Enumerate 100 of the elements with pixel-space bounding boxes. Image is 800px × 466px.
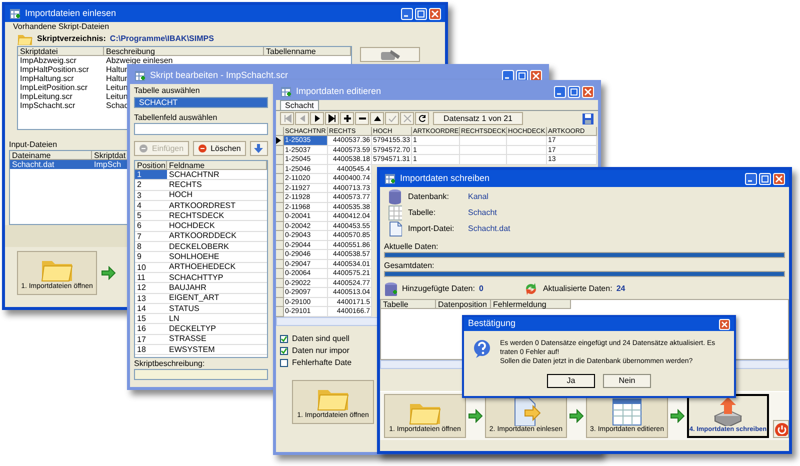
field-dropdown[interactable] xyxy=(134,123,268,135)
tool-button[interactable] xyxy=(360,47,420,62)
column-header: Skriptdatei xyxy=(18,47,104,56)
arrow-icon xyxy=(468,409,483,423)
previous-icon xyxy=(298,114,306,123)
plus-circle-icon xyxy=(139,144,148,153)
table-cell-text: STRASSE xyxy=(168,334,208,344)
minus-circle-icon xyxy=(198,144,207,153)
folder-icon xyxy=(17,32,33,44)
dialog-button[interactable]: Ja xyxy=(547,374,595,388)
description-field[interactable] xyxy=(134,369,268,380)
close-icon xyxy=(431,10,439,18)
navigator-button[interactable] xyxy=(355,112,369,125)
move-down-button[interactable] xyxy=(250,141,268,156)
window-title: Bestätigung xyxy=(468,318,517,330)
maximize-icon xyxy=(417,10,425,18)
tool-icon xyxy=(379,48,401,60)
table-cell[interactable]: 16 xyxy=(135,324,167,334)
table-dropdown[interactable]: SCHACHT xyxy=(134,97,268,108)
power-button[interactable] xyxy=(773,420,789,438)
maximize-button[interactable] xyxy=(759,172,771,184)
table-cell xyxy=(507,155,547,164)
minimize-button[interactable] xyxy=(554,86,566,98)
count-value: 24 xyxy=(616,284,626,294)
table-cell-text: Leitun xyxy=(105,82,129,92)
table-cell[interactable]: 18 xyxy=(135,345,167,354)
table-cell[interactable]: 1 xyxy=(135,170,167,180)
navigator-button[interactable] xyxy=(370,112,384,125)
minimize-button[interactable] xyxy=(401,8,413,20)
table-cell[interactable]: 17 xyxy=(135,334,167,344)
question-icon xyxy=(472,339,492,359)
column-header: Beschreibung xyxy=(104,47,264,56)
table-cell-text: SOHLHOEHE xyxy=(168,252,220,262)
table-cell-text: Abzweige einlesen xyxy=(105,56,174,66)
table-cell[interactable]: 3 xyxy=(135,190,167,200)
table-cell[interactable]: 6 xyxy=(135,221,167,231)
maximize-icon xyxy=(761,174,769,182)
table-cell-text: ARTKOORDREST xyxy=(168,200,237,211)
row-header[interactable] xyxy=(276,136,284,146)
field-value: Schacht.dat xyxy=(468,224,510,234)
app-icon xyxy=(9,8,21,20)
table-cell[interactable]: 9 xyxy=(135,252,167,262)
checkbox[interactable] xyxy=(280,358,288,366)
close-icon xyxy=(721,320,728,328)
maximize-button[interactable] xyxy=(568,86,580,98)
close-button[interactable] xyxy=(429,8,441,20)
cancel-icon xyxy=(402,114,412,123)
table-cell[interactable]: 10 xyxy=(135,262,167,272)
table-cell[interactable]: 2 xyxy=(135,180,167,190)
power-icon xyxy=(774,422,788,436)
table-cell[interactable]: 7 xyxy=(135,232,167,242)
table-cell[interactable]: 12 xyxy=(135,283,167,293)
minimize-button[interactable] xyxy=(745,172,757,184)
table-cell[interactable]: 4 xyxy=(135,200,167,210)
table-cell-text: HOCHDECK xyxy=(168,221,216,232)
action-button[interactable]: Löschen xyxy=(192,141,246,156)
database-icon xyxy=(388,189,402,205)
close-button[interactable] xyxy=(582,86,594,98)
navigator-button[interactable] xyxy=(415,112,429,125)
table-cell[interactable]: 11 xyxy=(135,272,167,282)
table-cell[interactable]: 14 xyxy=(135,304,167,314)
minimize-button[interactable] xyxy=(502,70,514,82)
table-cell[interactable]: 15 xyxy=(135,314,167,324)
close-button[interactable] xyxy=(719,318,730,330)
navigator-button[interactable] xyxy=(340,112,354,125)
checkbox[interactable] xyxy=(280,346,288,354)
first-icon xyxy=(282,114,292,123)
navigator-button[interactable] xyxy=(325,112,339,125)
up-icon xyxy=(372,114,382,123)
group-label: Vorhandene Skript-Dateien xyxy=(12,22,110,32)
field-label: Skriptbeschreibung: xyxy=(134,358,206,369)
dialog-button[interactable]: Nein xyxy=(603,374,651,388)
table-cell-text: SCHACHTNR xyxy=(168,170,220,180)
table-cell[interactable]: 8 xyxy=(135,242,167,252)
column-header: Dateiname xyxy=(10,151,92,160)
checkbox[interactable] xyxy=(280,334,288,342)
column-header: Position xyxy=(135,161,167,170)
checkbox-label: Daten sind quell xyxy=(292,334,350,344)
close-icon xyxy=(584,88,592,96)
maximize-button[interactable] xyxy=(516,70,528,82)
table-cell-text: ImpHaltung.scr xyxy=(19,74,74,83)
checkbox-label: Fehlerhafte Date xyxy=(292,358,352,368)
next-icon xyxy=(312,114,322,123)
maximize-button[interactable] xyxy=(415,8,427,20)
column-header: Datenposition xyxy=(436,300,491,309)
maximize-icon xyxy=(570,88,578,96)
table-cell-text: ImpAbzweig.scr xyxy=(19,56,78,66)
window-title: Importdaten schreiben xyxy=(400,172,491,184)
field-label: Aktualisierte Daten: xyxy=(542,284,612,294)
close-button[interactable] xyxy=(530,70,542,82)
table-cell[interactable]: 13 xyxy=(135,294,167,303)
field-label: Import-Datei: xyxy=(408,224,456,234)
table-cell[interactable]: 5 xyxy=(135,211,167,220)
field-value: Kanal xyxy=(468,192,488,202)
tab[interactable]: Schacht xyxy=(280,100,319,110)
close-button[interactable] xyxy=(773,172,785,184)
table-cell-text: ImpLeitung.scr xyxy=(19,92,72,101)
document-icon xyxy=(388,221,402,237)
navigator-button[interactable] xyxy=(310,112,324,125)
table-cell-text: RECHTS xyxy=(168,180,203,190)
